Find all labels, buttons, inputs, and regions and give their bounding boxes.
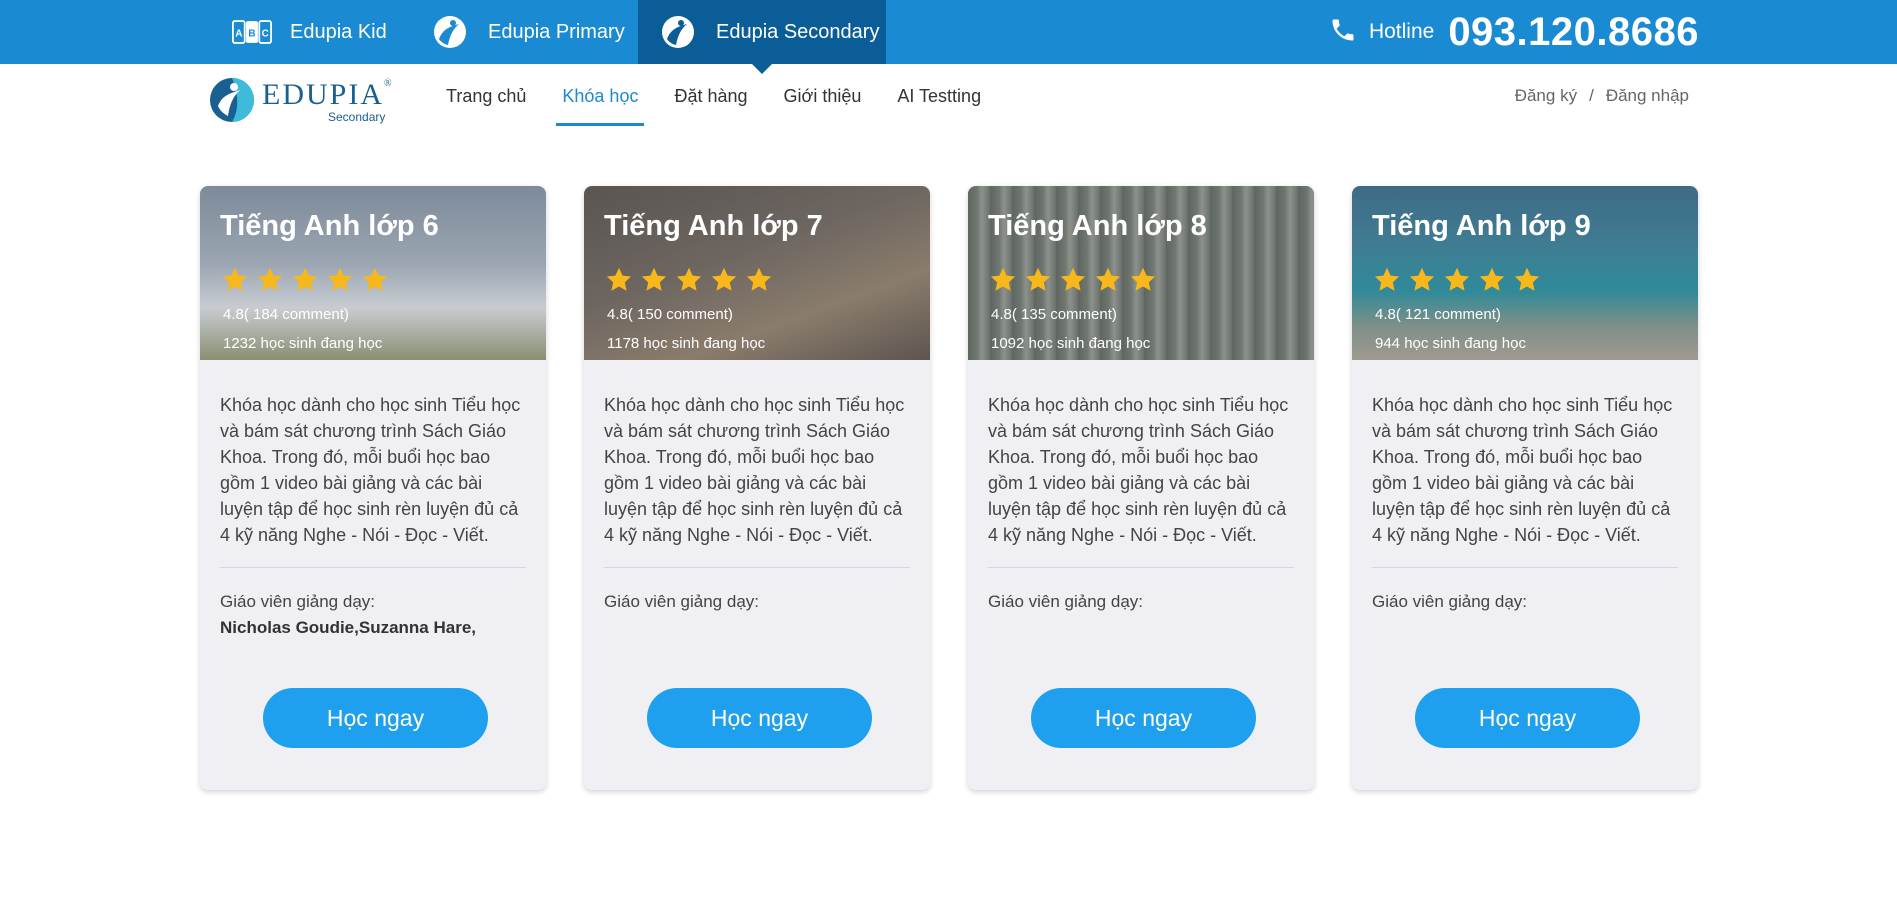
course-card-grade-7: Tiếng Anh lớp 7 4.8( 150 comment) 1178 h…: [584, 186, 930, 790]
student-count: 944 học sinh đang học: [1375, 335, 1526, 352]
start-learning-button[interactable]: Học ngay: [647, 688, 872, 748]
rating-summary: 4.8( 135 comment): [991, 306, 1117, 323]
nav-item-ai-testing[interactable]: AI Testting: [897, 64, 981, 128]
nav-item-gioi-thieu[interactable]: Giới thiệu: [784, 64, 862, 128]
login-link[interactable]: Đăng nhập: [1606, 86, 1689, 106]
start-learning-button[interactable]: Học ngay: [1415, 688, 1640, 748]
star-icon: [641, 267, 667, 291]
star-icon: [711, 267, 737, 291]
rating-stars: [1372, 266, 1547, 294]
student-count: 1232 học sinh đang học: [223, 335, 383, 352]
top-brand-bar: A B C Edupia Kid Edupia Primary Edupia S…: [0, 0, 1897, 74]
auth-separator: /: [1589, 86, 1594, 105]
course-title[interactable]: Tiếng Anh lớp 6: [220, 210, 439, 243]
svg-text:B: B: [248, 29, 255, 40]
nav-item-khoa-hoc[interactable]: Khóa học: [556, 64, 645, 128]
star-icon: [1374, 267, 1400, 291]
nav-item-dat-hang[interactable]: Đặt hàng: [674, 64, 747, 128]
logo-subtitle: Secondary: [328, 110, 386, 124]
star-icon: [1409, 267, 1435, 291]
star-icon: [222, 267, 248, 291]
star-icon: [1479, 267, 1505, 291]
course-card-grade-6: Tiếng Anh lớp 6 4.8( 184 comment) 1232 h…: [200, 186, 546, 790]
star-icon: [676, 267, 702, 291]
rating-stars: [988, 266, 1163, 294]
star-icon: [1025, 267, 1051, 291]
student-count: 1178 học sinh đang học: [607, 335, 766, 352]
card-divider: [988, 567, 1294, 568]
rating-summary: 4.8( 121 comment): [1375, 306, 1501, 323]
teacher-label: Giáo viên giảng dạy:: [988, 592, 1143, 611]
rating-stars: [604, 266, 779, 294]
teacher-label: Giáo viên giảng dạy:: [604, 592, 759, 611]
teacher-label: Giáo viên giảng dạy:: [220, 592, 375, 611]
star-icon: [1514, 267, 1540, 291]
hotline-number[interactable]: 093.120.8686: [1448, 10, 1699, 55]
star-icon: [990, 267, 1016, 291]
star-icon: [1095, 267, 1121, 291]
course-title[interactable]: Tiếng Anh lớp 9: [1372, 210, 1591, 243]
star-icon: [362, 267, 388, 291]
hotline[interactable]: Hotline 093.120.8686: [1329, 0, 1699, 64]
brand-tab-label: Edupia Secondary: [716, 20, 880, 43]
teacher-names: Nicholas Goudie,Suzanna Hare,: [220, 618, 477, 637]
star-icon: [746, 267, 772, 291]
logo-wordmark: EDUPIA®: [262, 78, 392, 111]
star-icon: [292, 267, 318, 291]
main-nav-bar: EDUPIA® Secondary Trang chủ Khóa học Đặt…: [0, 64, 1897, 128]
course-card-header: Tiếng Anh lớp 8 4.8( 135 comment) 1092 h…: [968, 186, 1314, 360]
brand-tab-label: Edupia Kid: [290, 20, 387, 43]
nav-links: Trang chủ Khóa học Đặt hàng Giới thiệu A…: [446, 64, 1017, 128]
course-description: Khóa học dành cho học sinh Tiểu học và b…: [604, 395, 905, 545]
star-icon: [1130, 267, 1156, 291]
auth-links: Đăng ký / Đăng nhập: [1515, 64, 1689, 128]
start-learning-button[interactable]: Học ngay: [263, 688, 488, 748]
rating-summary: 4.8( 184 comment): [223, 306, 349, 323]
phone-icon: [1329, 16, 1357, 49]
course-card-header: Tiếng Anh lớp 9 4.8( 121 comment) 944 họ…: [1352, 186, 1698, 360]
course-card-grade-8: Tiếng Anh lớp 8 4.8( 135 comment) 1092 h…: [968, 186, 1314, 790]
brand-tab-edupia-kid[interactable]: A B C Edupia Kid: [232, 0, 412, 64]
star-icon: [1444, 267, 1470, 291]
edupia-logo[interactable]: EDUPIA® Secondary: [208, 72, 398, 124]
edupia-logo-icon: [210, 78, 254, 122]
course-title[interactable]: Tiếng Anh lớp 7: [604, 210, 823, 243]
teacher-label: Giáo viên giảng dạy:: [1372, 592, 1527, 611]
start-learning-button[interactable]: Học ngay: [1031, 688, 1256, 748]
nav-item-trang-chu[interactable]: Trang chủ: [446, 64, 526, 128]
hotline-label: Hotline: [1368, 20, 1435, 43]
star-icon: [606, 267, 632, 291]
brand-tab-edupia-primary[interactable]: Edupia Primary: [430, 0, 640, 64]
rating-summary: 4.8( 150 comment): [607, 306, 733, 323]
star-icon: [1060, 267, 1086, 291]
brand-tab-label: Edupia Primary: [488, 20, 625, 43]
course-card-header: Tiếng Anh lớp 6 4.8( 184 comment) 1232 h…: [200, 186, 546, 360]
edupia-mark-icon: [430, 12, 470, 52]
rating-stars: [220, 266, 395, 294]
star-icon: [327, 267, 353, 291]
card-divider: [604, 567, 910, 568]
svg-text:A: A: [235, 29, 242, 40]
abc-blocks-icon: A B C: [232, 12, 272, 52]
edupia-mark-icon: [658, 12, 698, 52]
star-icon: [257, 267, 283, 291]
card-divider: [220, 567, 526, 568]
course-description: Khóa học dành cho học sinh Tiểu học và b…: [1372, 395, 1673, 545]
register-link[interactable]: Đăng ký: [1515, 86, 1577, 106]
course-description: Khóa học dành cho học sinh Tiểu học và b…: [220, 395, 521, 545]
brand-tab-edupia-secondary[interactable]: Edupia Secondary: [638, 0, 886, 74]
student-count: 1092 học sinh đang học: [991, 335, 1151, 352]
card-divider: [1372, 567, 1678, 568]
course-title[interactable]: Tiếng Anh lớp 8: [988, 210, 1207, 243]
course-card-header: Tiếng Anh lớp 7 4.8( 150 comment) 1178 h…: [584, 186, 930, 360]
course-description: Khóa học dành cho học sinh Tiểu học và b…: [988, 395, 1289, 545]
course-card-grade-9: Tiếng Anh lớp 9 4.8( 121 comment) 944 họ…: [1352, 186, 1698, 790]
svg-text:C: C: [262, 29, 269, 40]
